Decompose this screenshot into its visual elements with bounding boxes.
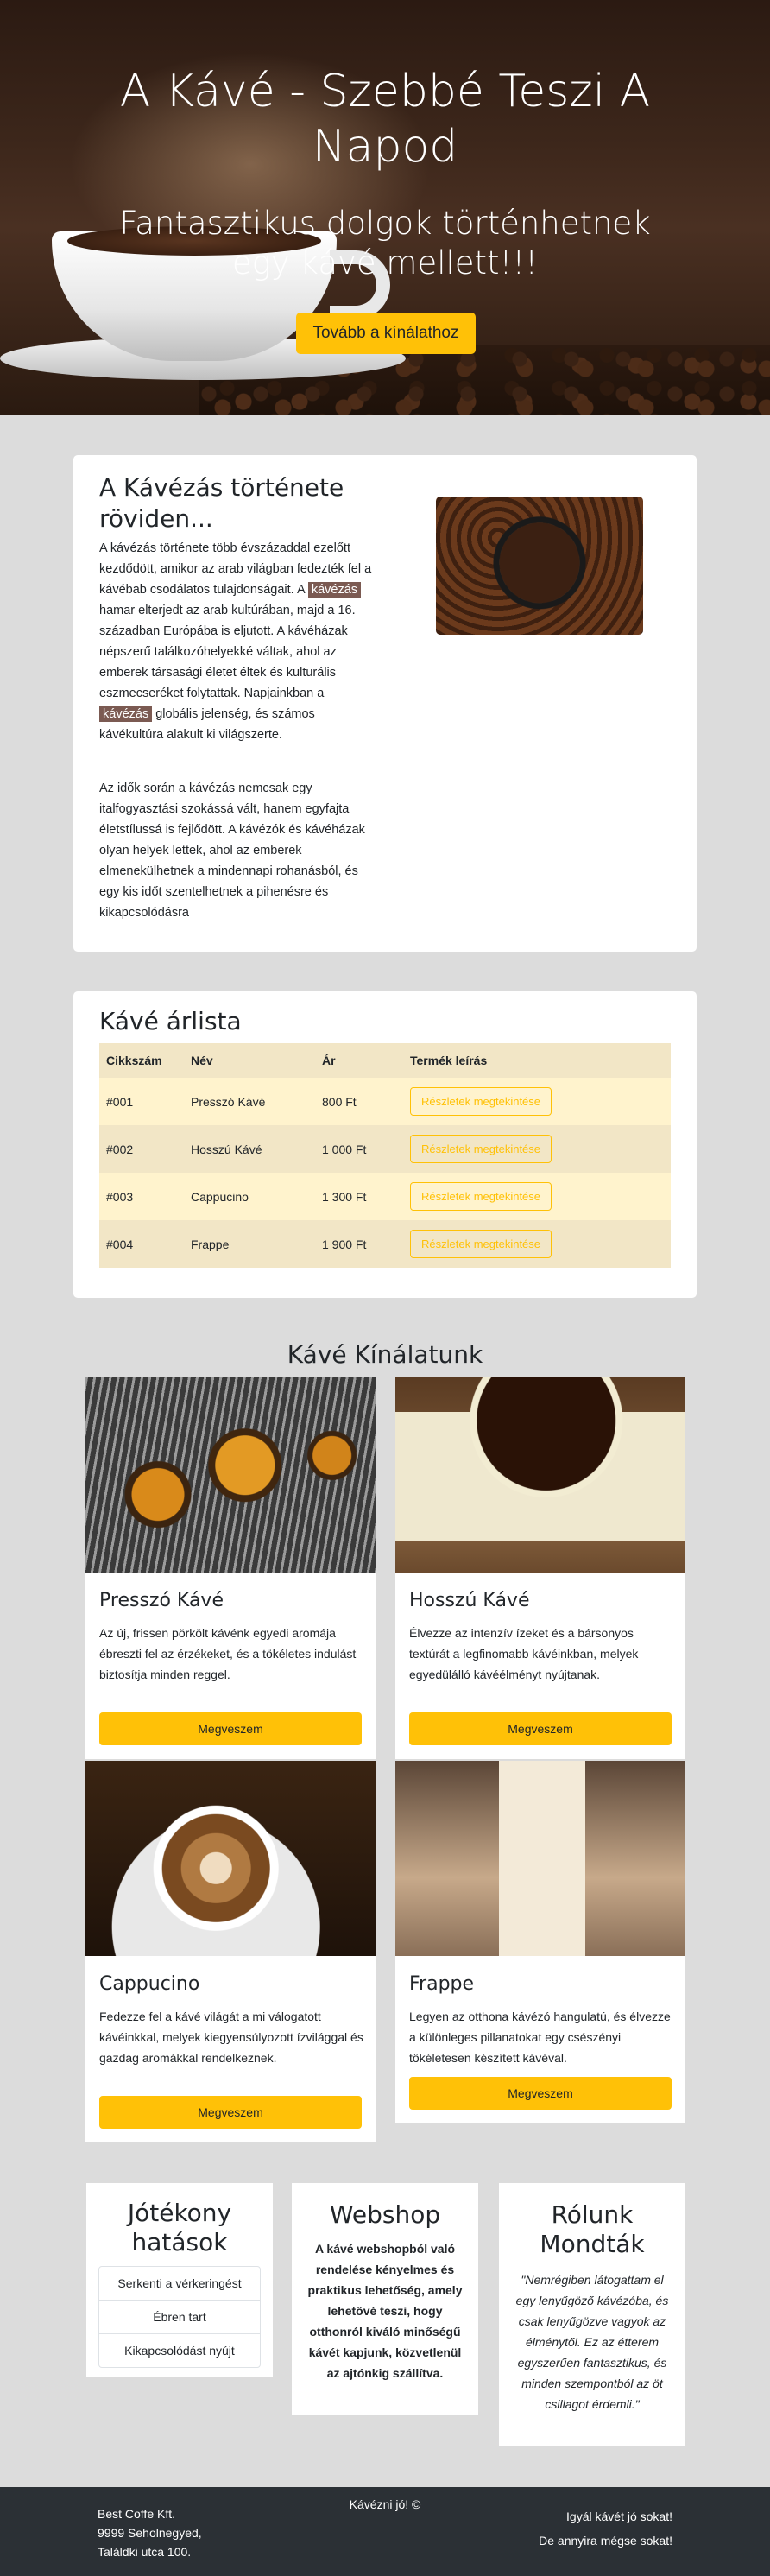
highlighted-word: kávézás xyxy=(307,582,362,598)
product-name: Cappucino xyxy=(99,1973,200,1995)
item-name: Presszó Kávé xyxy=(184,1078,315,1125)
table-header-row: Cikkszám Név Ár Termék leírás xyxy=(99,1043,671,1078)
history-paragraph-2: Az idők során a kávézás nemcsak egy ital… xyxy=(99,782,365,920)
product-description: Az új, frissen pörkölt kávénk egyedi aro… xyxy=(99,1626,357,1681)
product-card-long-coffee: Hosszú Kávé Élvezze az intenzív ízeket é… xyxy=(395,1377,685,1759)
column-header: Cikkszám xyxy=(99,1043,184,1078)
buy-button[interactable]: Megveszem xyxy=(99,1712,362,1745)
item-details-cell: Részletek megtekintése xyxy=(403,1125,671,1173)
product-name: Presszó Kávé xyxy=(99,1590,224,1611)
testimonial-card: Rólunk Mondták "Nemrégiben látogattam el… xyxy=(499,2183,685,2446)
item-id: #001 xyxy=(99,1078,184,1125)
buy-button[interactable]: Megveszem xyxy=(409,1712,672,1745)
details-button[interactable]: Részletek megtekintése xyxy=(410,1230,552,1258)
column-header: Név xyxy=(184,1043,315,1078)
item-id: #002 xyxy=(99,1125,184,1173)
webshop-text: A kávé webshopból való rendelése kényelm… xyxy=(307,2242,463,2380)
item-details-cell: Részletek megtekintése xyxy=(403,1078,671,1125)
list-item: Kikapcsolódást nyújt xyxy=(124,2344,235,2358)
item-name: Hosszú Kávé xyxy=(184,1125,315,1173)
buy-button[interactable]: Megveszem xyxy=(99,2096,362,2129)
price-table: Cikkszám Név Ár Termék leírás #001 Press… xyxy=(99,1043,671,1268)
footer-address: Best Coffe Kft. 9999 Seholnegyed, Találd… xyxy=(98,2504,253,2561)
testimonial-quote: "Nemrégiben látogattam el egy lenyűgöző … xyxy=(515,2273,669,2411)
item-details-cell: Részletek megtekintése xyxy=(403,1173,671,1220)
product-card-espresso: Presszó Kávé Az új, frissen pörkölt kávé… xyxy=(85,1377,376,1759)
espresso-image xyxy=(85,1377,376,1573)
address-line: Találdki utca 100. xyxy=(98,2545,192,2559)
price-list-title: Kávé árlista xyxy=(99,1007,242,1035)
slogan-line: De annyira mégse sokat! xyxy=(539,2534,672,2548)
product-description: Legyen az otthona kávézó hangulatú, és é… xyxy=(409,2010,671,2065)
benefits-card: Jótékony hatások Serkenti a vérkeringést… xyxy=(86,2183,273,2377)
item-price: 800 Ft xyxy=(315,1078,403,1125)
hero-title: A Kávé - Szebbé Teszi A Napod xyxy=(119,66,651,173)
table-row: #004 Frappe 1 900 Ft Részletek megtekint… xyxy=(99,1220,671,1268)
testimonial-title: Rólunk Mondták xyxy=(540,2200,645,2258)
item-id: #003 xyxy=(99,1173,184,1220)
list-item: Serkenti a vérkeringést xyxy=(99,2267,260,2301)
hero-banner: A Kávé - Szebbé Teszi A Napod Fantasztik… xyxy=(0,0,770,415)
slogan-line: Igyál kávét jó sokat! xyxy=(566,2510,672,2523)
column-header: Ár xyxy=(315,1043,403,1078)
address-line: 9999 Seholnegyed, xyxy=(98,2526,202,2540)
product-description: Fedezze fel a kávé világát a mi válogato… xyxy=(99,2010,363,2065)
benefits-title: Jótékony hatások xyxy=(127,2199,232,2256)
product-name: Hosszú Kávé xyxy=(409,1590,530,1611)
details-button[interactable]: Részletek megtekintése xyxy=(410,1087,552,1116)
table-row: #001 Presszó Kávé 800 Ft Részletek megte… xyxy=(99,1078,671,1125)
item-details-cell: Részletek megtekintése xyxy=(403,1220,671,1268)
offer-title: Kávé Kínálatunk xyxy=(287,1340,483,1369)
item-name: Frappe xyxy=(184,1220,315,1268)
history-card: A Kávézás története röviden... A kávézás… xyxy=(73,455,697,952)
product-name: Frappe xyxy=(409,1973,475,1995)
product-card-frappe: Frappe Legyen az otthona kávézó hangulat… xyxy=(395,1761,685,2123)
price-list-card: Kávé árlista Cikkszám Név Ár Termék leír… xyxy=(73,991,697,1298)
webshop-title: Webshop xyxy=(329,2200,441,2229)
history-text: hamar elterjedt az arab kultúrában, majd… xyxy=(99,604,356,700)
item-id: #004 xyxy=(99,1220,184,1268)
item-price: 1 000 Ft xyxy=(315,1125,403,1173)
product-card-cappucino: Cappucino Fedezze fel a kávé világát a m… xyxy=(85,1761,376,2142)
coffee-beans-bowl-image xyxy=(436,497,643,635)
item-price: 1 300 Ft xyxy=(315,1173,403,1220)
frappe-image xyxy=(395,1761,685,1956)
footer-slogan: Igyál kávét jó sokat! De annyira mégse s… xyxy=(539,2504,672,2553)
table-row: #002 Hosszú Kávé 1 000 Ft Részletek megt… xyxy=(99,1125,671,1173)
product-description: Élvezze az intenzív ízeket és a bársonyo… xyxy=(409,1626,639,1681)
webshop-card: Webshop A kávé webshopból való rendelése… xyxy=(292,2183,478,2415)
item-price: 1 900 Ft xyxy=(315,1220,403,1268)
highlighted-word: kávézás xyxy=(99,706,153,722)
list-item: Ébren tart xyxy=(99,2301,260,2334)
table-row: #003 Cappucino 1 300 Ft Részletek megtek… xyxy=(99,1173,671,1220)
cappucino-image xyxy=(85,1761,376,1956)
item-name: Cappucino xyxy=(184,1173,315,1220)
history-title: A Kávézás története röviden... xyxy=(99,473,344,533)
history-paragraph-1: A kávézás története több évszázaddal eze… xyxy=(99,538,376,745)
footer: Best Coffe Kft. 9999 Seholnegyed, Találd… xyxy=(0,2487,770,2576)
details-button[interactable]: Részletek megtekintése xyxy=(410,1135,552,1163)
benefits-list: Serkenti a vérkeringést Ébren tart Kikap… xyxy=(98,2266,261,2368)
hero-subtitle: Fantasztikus dolgok történhetnek egy káv… xyxy=(119,205,651,282)
offer-cta-button[interactable]: Tovább a kínálathoz xyxy=(296,313,476,354)
long-coffee-image xyxy=(395,1377,685,1573)
column-header: Termék leírás xyxy=(403,1043,671,1078)
details-button[interactable]: Részletek megtekintése xyxy=(410,1182,552,1211)
buy-button[interactable]: Megveszem xyxy=(409,2077,672,2110)
